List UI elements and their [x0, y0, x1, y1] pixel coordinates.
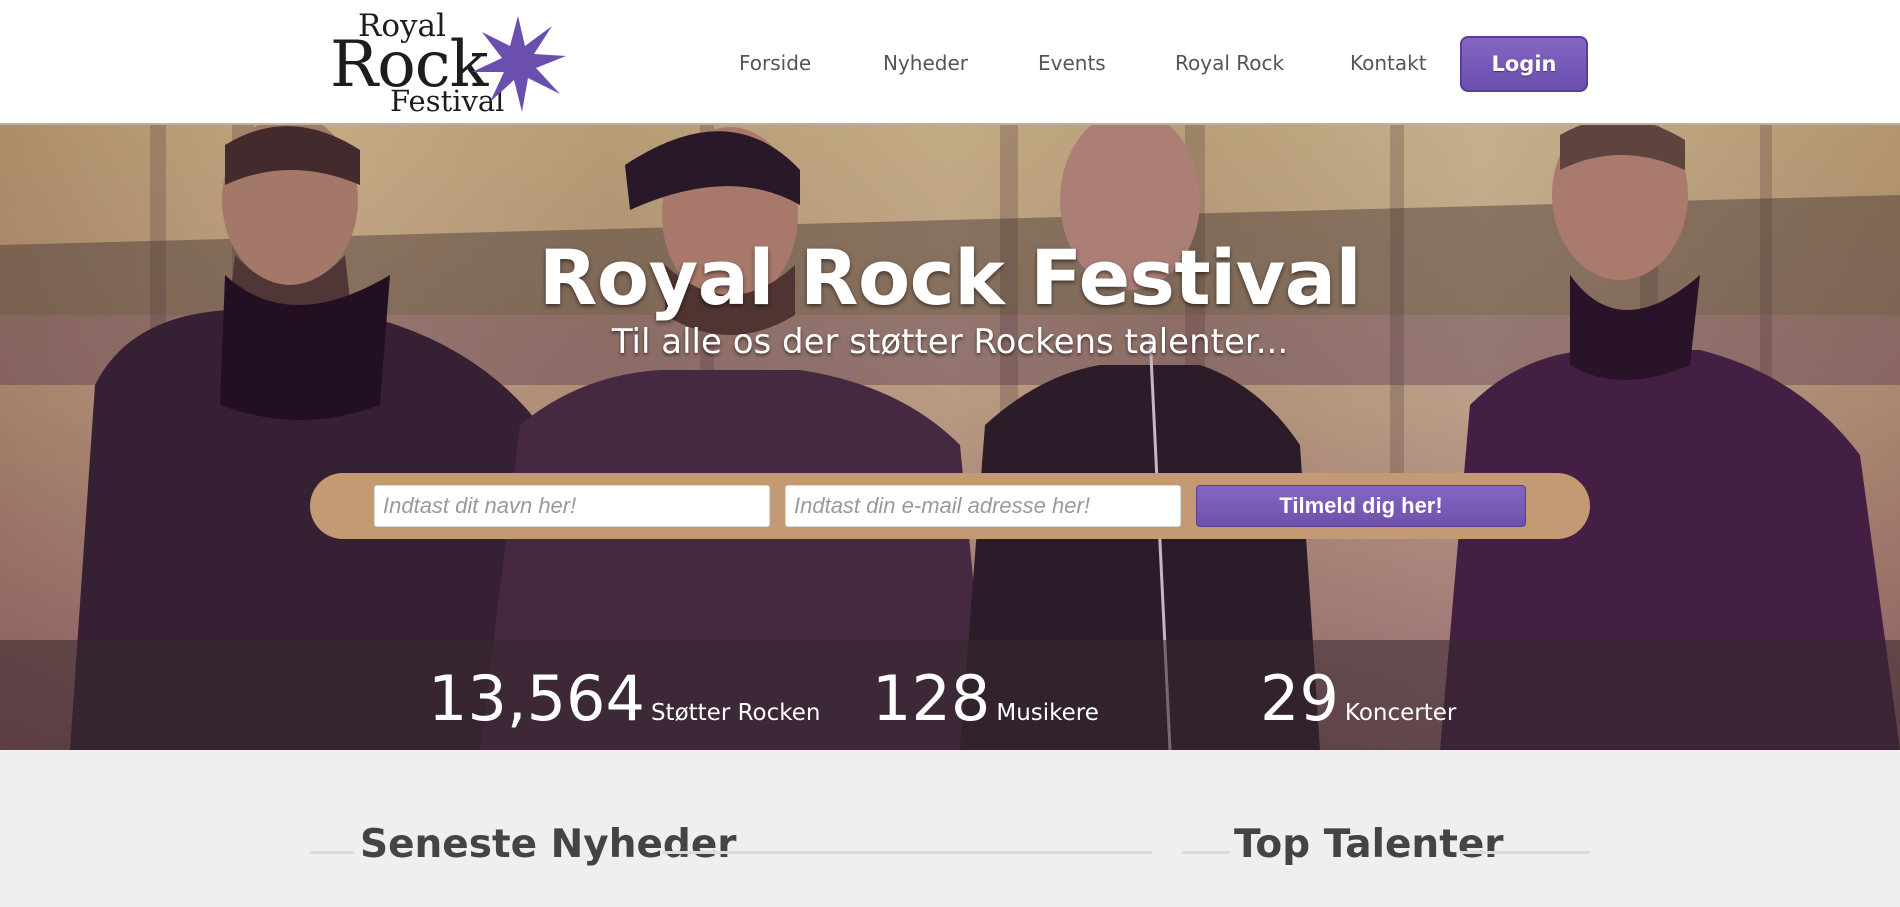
- stat-concerts-label: Koncerter: [1344, 700, 1457, 726]
- news-section-title: Seneste Nyheder: [360, 822, 737, 867]
- nav-item-nyheder[interactable]: Nyheder: [883, 51, 968, 75]
- signup-button[interactable]: Tilmeld dig her!: [1196, 485, 1526, 527]
- stat-supporters: 13,564 Støtter Rocken: [428, 662, 821, 735]
- divider-line: [310, 851, 354, 854]
- star-burst-icon: [472, 16, 566, 112]
- site-logo[interactable]: Royal Rock Festival: [330, 6, 570, 120]
- stat-musicians-label: Musikere: [996, 700, 1099, 726]
- signup-form: Tilmeld dig her!: [310, 473, 1590, 539]
- stat-concerts-value: 29: [1260, 662, 1339, 735]
- name-input[interactable]: [374, 485, 770, 527]
- nav-item-events[interactable]: Events: [1038, 51, 1106, 75]
- talents-section-title: Top Talenter: [1234, 822, 1504, 867]
- hero-subtitle: Til alle os der støtter Rockens talenter…: [611, 322, 1289, 362]
- stat-concerts: 29 Koncerter: [1260, 662, 1456, 735]
- divider-line: [1182, 851, 1230, 854]
- stat-musicians-value: 128: [872, 662, 991, 735]
- divider-line: [1460, 851, 1590, 854]
- stat-musicians: 128 Musikere: [872, 662, 1099, 735]
- nav-item-kontakt[interactable]: Kontakt: [1350, 51, 1427, 75]
- nav-item-forside[interactable]: Forside: [739, 51, 811, 75]
- hero-title: Royal Rock Festival: [538, 233, 1362, 322]
- nav-item-royal-rock[interactable]: Royal Rock: [1175, 51, 1284, 75]
- email-input[interactable]: [785, 485, 1181, 527]
- login-button[interactable]: Login: [1460, 36, 1588, 92]
- stat-supporters-value: 13,564: [428, 662, 645, 735]
- site-header: Royal Rock Festival Forside Nyheder Even…: [0, 0, 1900, 125]
- divider-line: [662, 851, 1152, 854]
- stat-supporters-label: Støtter Rocken: [650, 700, 821, 726]
- hero-banner: Royal Rock Festival Til alle os der støt…: [0, 125, 1900, 750]
- content-area: [0, 750, 1900, 907]
